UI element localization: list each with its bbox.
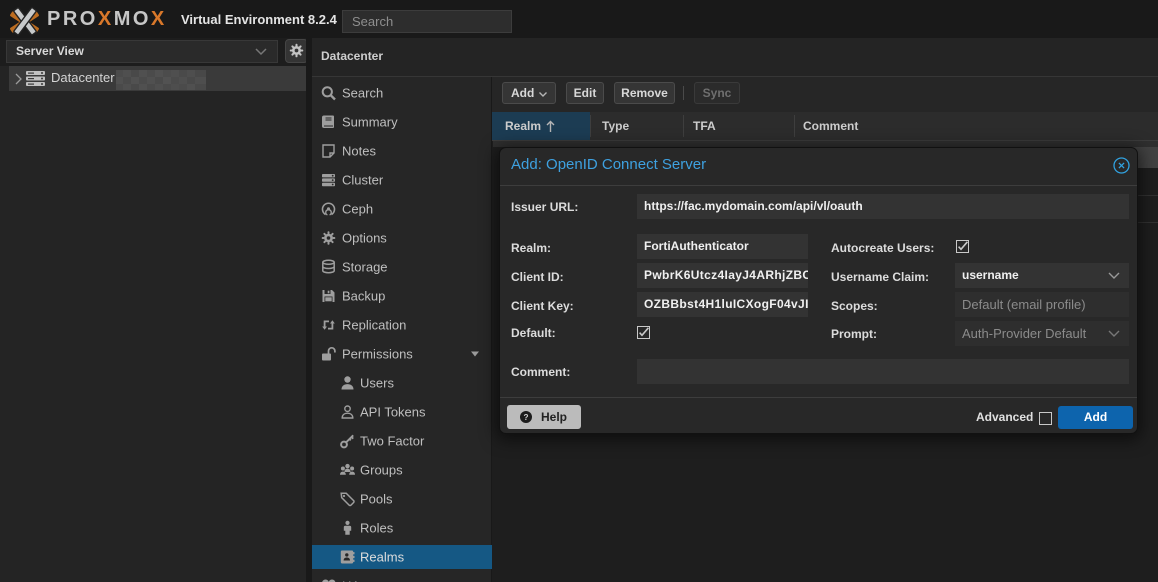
svg-text:?: ?	[523, 413, 528, 422]
